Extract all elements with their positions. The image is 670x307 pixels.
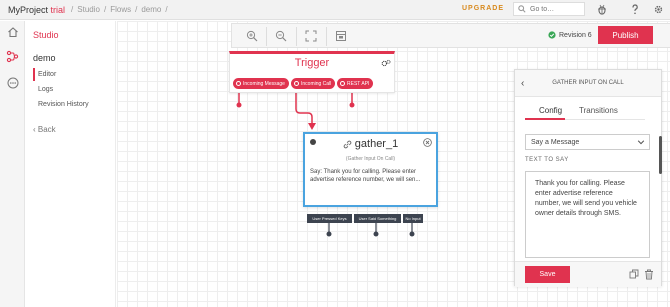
trigger-settings-icon[interactable]: [381, 59, 391, 70]
select-value: Say a Message: [531, 138, 580, 146]
text-to-say-label: TEXT TO SAY: [525, 157, 569, 163]
panel-tabs: Config Transitions: [525, 104, 645, 120]
tab-transitions[interactable]: Transitions: [579, 106, 618, 115]
nav-item-editor[interactable]: Editor: [38, 71, 56, 78]
panel-header: ‹ GATHER INPUT ON CALL: [515, 70, 661, 97]
say-or-play-select[interactable]: Say a Message: [525, 134, 650, 150]
help-icon[interactable]: [629, 3, 641, 16]
widget-title: gather_1: [305, 138, 436, 150]
go-to-input[interactable]: [530, 5, 580, 13]
panel-title: GATHER INPUT ON CALL: [552, 80, 624, 86]
breadcrumb-demo[interactable]: demo: [141, 5, 161, 14]
text-to-say-field[interactable]: Thank you for calling. Please enter adve…: [525, 171, 650, 258]
trial-label: trial: [50, 4, 66, 15]
breadcrumb-separator: /: [135, 5, 138, 14]
active-tab-indicator: [525, 118, 565, 120]
output-no-input[interactable]: No Input: [403, 214, 423, 223]
output-label: REST API: [347, 80, 370, 87]
widget-preview: Say: Thank you for calling. Please enter…: [310, 169, 421, 183]
output-dot-icon: [236, 81, 241, 86]
upgrade-link[interactable]: UPGRADE: [462, 5, 504, 12]
project-name[interactable]: MyProject trial: [8, 5, 65, 15]
studio-nav: Studio demo Editor Logs Revision History…: [26, 21, 116, 307]
output-user-pressed-keys[interactable]: User Pressed Keys: [307, 214, 352, 223]
app-rail: [0, 21, 25, 307]
breadcrumb-separator: /: [103, 5, 107, 14]
nav-item-logs[interactable]: Logs: [38, 86, 53, 93]
output-dot-icon: [340, 81, 345, 86]
flow-name: demo: [33, 53, 56, 63]
top-bar: MyProject trial / Studio / Flows / demo …: [0, 0, 670, 20]
widget-type: (Gather Input On Call): [345, 156, 396, 162]
tab-config[interactable]: Config: [539, 106, 562, 115]
trigger-output-rest-api[interactable]: REST API: [337, 78, 374, 89]
link-icon: [343, 140, 352, 148]
save-button[interactable]: Save: [525, 266, 570, 283]
active-indicator: [33, 68, 35, 81]
copy-icon[interactable]: [628, 268, 639, 280]
trigger-title: Trigger: [294, 57, 330, 69]
more-icon[interactable]: [6, 76, 19, 89]
trigger-output-incoming-call[interactable]: Incoming Call: [291, 78, 336, 89]
gather-widget[interactable]: gather_1 (Gather Input On Call) Say: Tha…: [303, 132, 438, 207]
go-to-search[interactable]: [513, 2, 585, 16]
panel-scrollbar[interactable]: [659, 136, 662, 174]
trash-icon[interactable]: [643, 268, 654, 280]
back-link[interactable]: ‹ Back: [33, 125, 56, 134]
breadcrumb-studio[interactable]: Studio: [77, 5, 100, 14]
breadcrumb: / Studio / Flows / demo /: [71, 5, 168, 14]
chevron-down-icon: [637, 140, 645, 145]
output-dot-icon: [294, 81, 299, 86]
breadcrumb-separator: /: [165, 5, 168, 14]
output-user-said-something[interactable]: User Said Something: [354, 214, 401, 223]
studio-icon[interactable]: [6, 50, 19, 63]
output-label: Incoming Call: [301, 80, 332, 87]
project-title: MyProject: [8, 4, 49, 15]
widget-config-panel: ‹ GATHER INPUT ON CALL Config Transition…: [514, 69, 662, 287]
panel-footer: Save: [515, 261, 661, 287]
search-icon: [518, 5, 526, 13]
gear-icon[interactable]: [652, 3, 664, 16]
nav-item-revision-history[interactable]: Revision History: [38, 101, 89, 108]
nav-section-title: Studio: [33, 30, 59, 40]
home-icon[interactable]: [6, 25, 19, 38]
close-icon[interactable]: [423, 138, 432, 149]
breadcrumb-flows[interactable]: Flows: [110, 5, 131, 14]
bug-icon[interactable]: [596, 3, 608, 16]
trigger-output-incoming-message[interactable]: Incoming Message: [233, 78, 289, 89]
breadcrumb-separator: /: [71, 5, 74, 14]
output-label: Incoming Message: [243, 80, 285, 87]
trigger-widget[interactable]: Trigger Incoming Message Incoming Call R…: [229, 51, 395, 93]
widget-name: gather_1: [354, 138, 399, 150]
